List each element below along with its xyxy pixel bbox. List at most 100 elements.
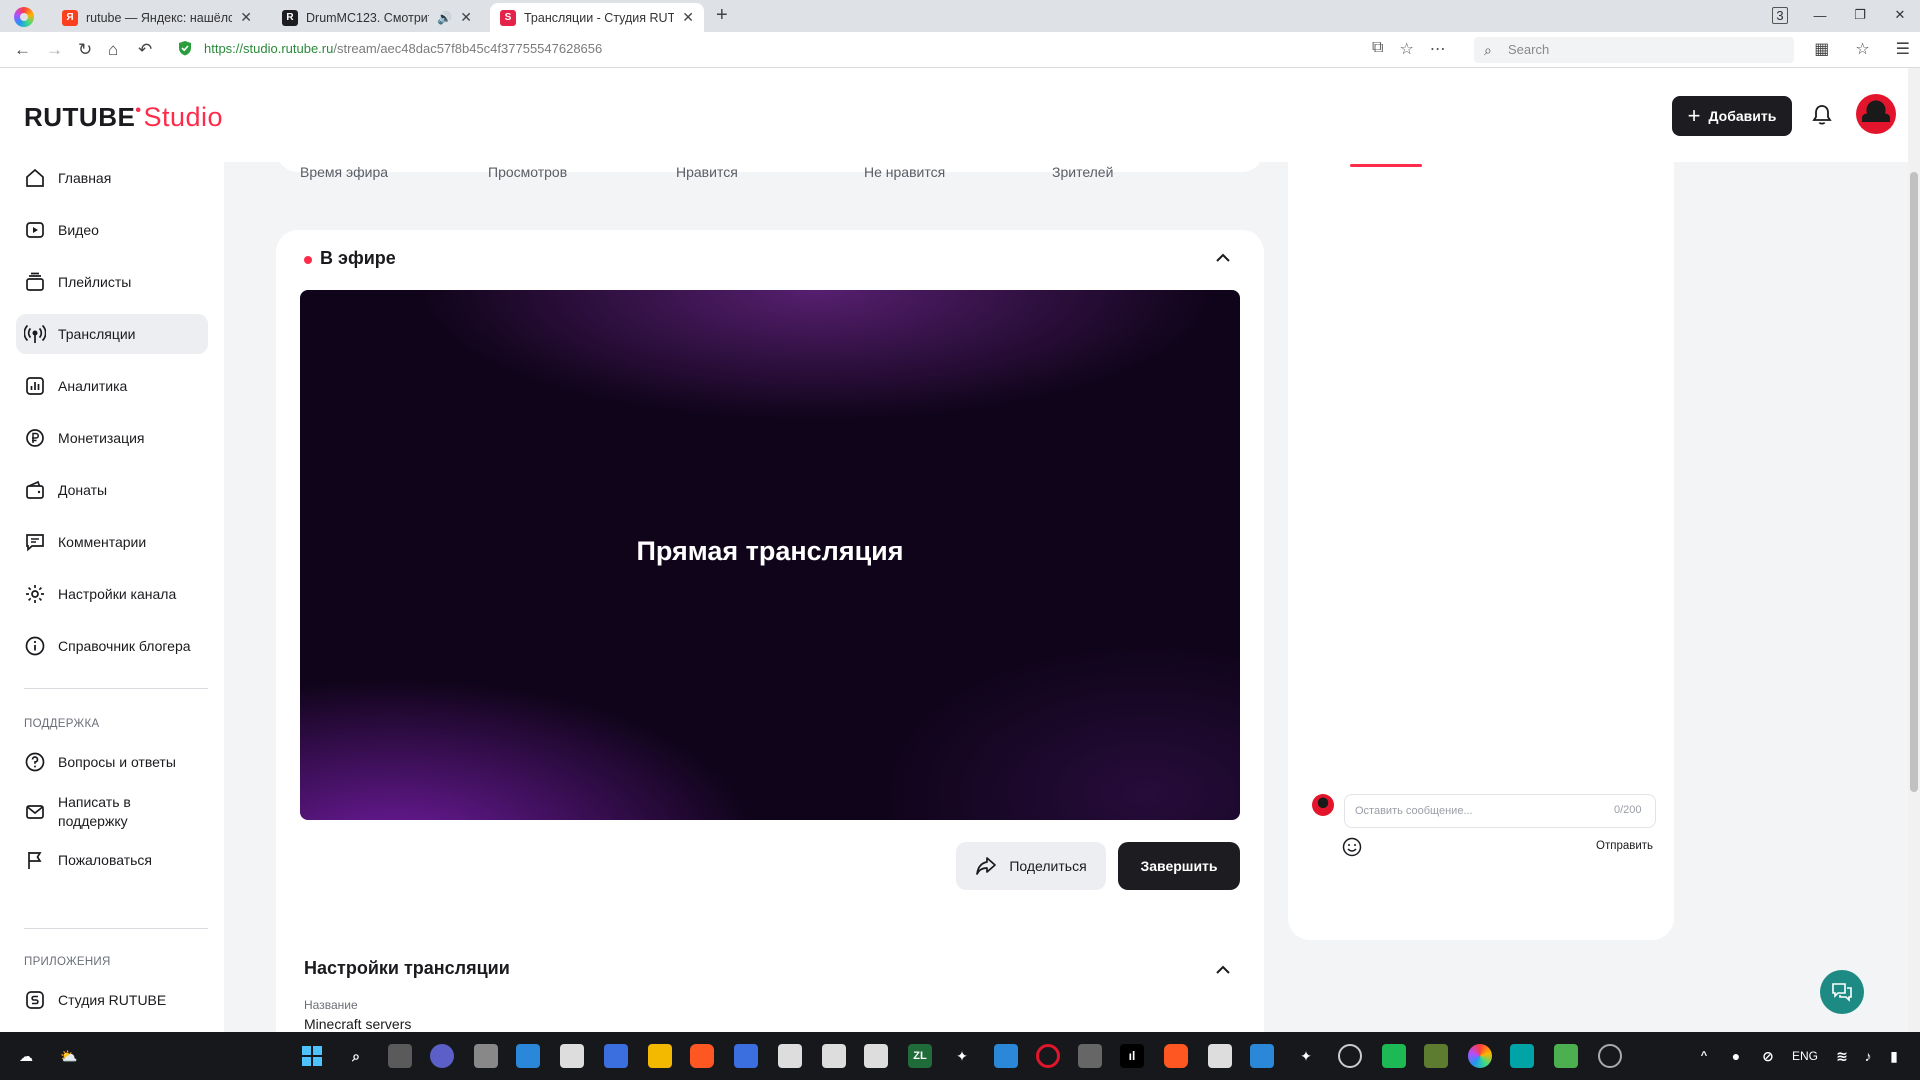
close-tab-icon[interactable]: ✕ bbox=[460, 9, 472, 26]
app-icon[interactable] bbox=[604, 1044, 628, 1068]
brave-icon[interactable] bbox=[690, 1044, 714, 1068]
app-icon[interactable] bbox=[1250, 1044, 1274, 1068]
notifications-bell-icon[interactable] bbox=[1812, 104, 1832, 126]
app-icon[interactable]: ✦ bbox=[950, 1044, 974, 1068]
chatgpt-icon[interactable] bbox=[1338, 1044, 1362, 1068]
sidebar-item-broadcasts[interactable]: Трансляции bbox=[16, 314, 208, 354]
app-icon[interactable] bbox=[474, 1044, 498, 1068]
opera-icon[interactable] bbox=[1036, 1044, 1060, 1068]
browser-search-input[interactable]: ⌕ Search bbox=[1474, 37, 1794, 63]
collapse-live-chevron-icon[interactable] bbox=[1216, 250, 1230, 266]
sidebar-item-comments[interactable]: Комментарии bbox=[16, 522, 208, 562]
file-explorer-icon[interactable] bbox=[648, 1044, 672, 1068]
chat-message-input[interactable]: Оставить сообщение... bbox=[1344, 794, 1656, 828]
store-icon[interactable] bbox=[516, 1044, 540, 1068]
secure-shield-icon[interactable] bbox=[178, 40, 192, 56]
file-icon[interactable] bbox=[1208, 1044, 1232, 1068]
page-scrollbar[interactable] bbox=[1908, 68, 1920, 1032]
language-indicator[interactable]: ENG bbox=[1792, 1049, 1818, 1063]
zl-app-icon[interactable]: ZL bbox=[908, 1044, 932, 1068]
home-nav-icon[interactable]: ⌂ bbox=[108, 40, 118, 60]
tray-expand-icon[interactable]: ^ bbox=[1692, 1044, 1716, 1068]
sidebar-item-blogger-guide[interactable]: Справочник блогера bbox=[16, 626, 208, 666]
browser-tab-drummc[interactable]: R DrumMC123. Смотрите в 🔊 ✕ bbox=[272, 3, 482, 32]
sidebar-item-label: Вопросы и ответы bbox=[58, 753, 176, 770]
app-icon[interactable]: ıl bbox=[1120, 1044, 1144, 1068]
extensions-grid-icon[interactable]: ▦ bbox=[1814, 39, 1829, 59]
yandex-favicon-icon: Я bbox=[62, 9, 78, 26]
stream-name-value[interactable]: Minecraft servers bbox=[304, 1016, 411, 1032]
support-chat-fab[interactable] bbox=[1820, 970, 1864, 1014]
close-window-icon[interactable]: ✕ bbox=[1880, 7, 1920, 23]
camera-icon[interactable] bbox=[1078, 1044, 1102, 1068]
vpn-icon[interactable] bbox=[1510, 1044, 1534, 1068]
reload-icon[interactable]: ↻ bbox=[78, 40, 92, 60]
add-content-button[interactable]: + Добавить bbox=[1672, 96, 1792, 136]
sidebar-item-channel-settings[interactable]: Настройки канала bbox=[16, 574, 208, 614]
file-icon[interactable] bbox=[864, 1044, 888, 1068]
sidebar-item-studio-app[interactable]: Студия RUTUBE bbox=[16, 980, 208, 1020]
volume-icon[interactable]: ♪ bbox=[1856, 1044, 1880, 1068]
browser-logo-icon[interactable] bbox=[14, 7, 34, 27]
user-avatar[interactable] bbox=[1856, 94, 1896, 134]
collapse-settings-chevron-icon[interactable] bbox=[1216, 962, 1230, 978]
sidebar-item-faq[interactable]: Вопросы и ответы bbox=[16, 742, 208, 782]
browser-tab-yandex[interactable]: Я rutube — Яндекс: нашёлся 1 ✕ bbox=[52, 3, 262, 32]
live-video-preview[interactable]: Прямая трансляция bbox=[300, 290, 1240, 820]
weather-icon[interactable]: ☁ bbox=[14, 1044, 38, 1068]
emoji-picker-icon[interactable] bbox=[1341, 836, 1363, 858]
tab-count-badge[interactable]: 3 bbox=[1760, 6, 1800, 24]
weather-cloud-icon[interactable]: ⛅ bbox=[52, 1044, 86, 1068]
notifications-icon[interactable]: ▮ bbox=[1882, 1044, 1906, 1068]
sidebar-item-monetization[interactable]: Монетизация bbox=[16, 418, 208, 458]
app-icon[interactable] bbox=[734, 1044, 758, 1068]
support-chat-icon bbox=[1832, 983, 1852, 1002]
tray-network-off-icon[interactable]: ⊘ bbox=[1756, 1044, 1780, 1068]
sidebar-item-video[interactable]: Видео bbox=[16, 210, 208, 250]
close-tab-icon[interactable]: ✕ bbox=[240, 9, 252, 26]
new-tab-button[interactable]: + bbox=[716, 4, 728, 27]
wifi-icon[interactable]: ≋ bbox=[1830, 1044, 1854, 1068]
chat-send-button[interactable]: Отправить bbox=[1596, 840, 1653, 852]
app-icon[interactable] bbox=[994, 1044, 1018, 1068]
sidebar-item-donations[interactable]: Донаты bbox=[16, 470, 208, 510]
sidebar-item-analytics[interactable]: Аналитика bbox=[16, 366, 208, 406]
undo-close-icon[interactable]: ↶ bbox=[138, 40, 152, 60]
back-arrow-icon[interactable]: ← bbox=[14, 40, 31, 60]
sidebar-item-home[interactable]: Главная bbox=[16, 158, 208, 198]
file-icon[interactable] bbox=[822, 1044, 846, 1068]
teams-icon[interactable] bbox=[430, 1044, 454, 1068]
sidebar-item-report[interactable]: Пожаловаться bbox=[16, 840, 208, 880]
forward-arrow-icon[interactable]: → bbox=[46, 40, 63, 60]
tray-app-icon[interactable]: ● bbox=[1724, 1044, 1748, 1068]
bookmark-star-icon[interactable]: ☆ bbox=[1399, 39, 1413, 59]
translate-icon[interactable]: ⧉ bbox=[1372, 39, 1383, 59]
app-icon[interactable] bbox=[1598, 1044, 1622, 1068]
speaker-icon[interactable]: 🔊 bbox=[437, 11, 452, 25]
task-view-icon[interactable] bbox=[388, 1044, 412, 1068]
sidebar-item-contact-support[interactable]: Написать в поддержку bbox=[16, 784, 208, 840]
more-dots-icon[interactable]: ⋯ bbox=[1430, 39, 1446, 59]
app-icon[interactable]: ✦ bbox=[1294, 1044, 1318, 1068]
rutube-studio-logo[interactable]: RUTUBE•Studio bbox=[24, 102, 223, 133]
restore-icon[interactable]: ❐ bbox=[1840, 7, 1880, 23]
app-icon[interactable] bbox=[1382, 1044, 1406, 1068]
file-icon[interactable] bbox=[778, 1044, 802, 1068]
favorites-icon[interactable]: ☆ bbox=[1855, 39, 1869, 59]
windows-start-icon[interactable] bbox=[300, 1044, 324, 1068]
minimize-icon[interactable]: — bbox=[1800, 8, 1840, 23]
browser-taskbar-icon[interactable] bbox=[1468, 1044, 1492, 1068]
minecraft-icon[interactable] bbox=[1424, 1044, 1448, 1068]
share-button[interactable]: Поделиться bbox=[956, 842, 1106, 890]
file-icon[interactable] bbox=[560, 1044, 584, 1068]
menu-icon[interactable]: ☰ bbox=[1896, 39, 1910, 59]
brave-icon[interactable] bbox=[1164, 1044, 1188, 1068]
sidebar-item-playlists[interactable]: Плейлисты bbox=[16, 262, 208, 302]
taskbar-search-icon[interactable]: ⌕ bbox=[344, 1044, 368, 1068]
url-field[interactable]: https://studio.rutube.ru/stream/aec48dac… bbox=[204, 41, 602, 56]
scrollbar-thumb[interactable] bbox=[1910, 172, 1918, 792]
end-stream-button[interactable]: Завершить bbox=[1118, 842, 1240, 890]
minecraft-launcher-icon[interactable] bbox=[1554, 1044, 1578, 1068]
browser-tab-studio[interactable]: S Трансляции - Студия RUTUBE ✕ bbox=[490, 3, 704, 32]
close-tab-icon[interactable]: ✕ bbox=[682, 9, 694, 26]
